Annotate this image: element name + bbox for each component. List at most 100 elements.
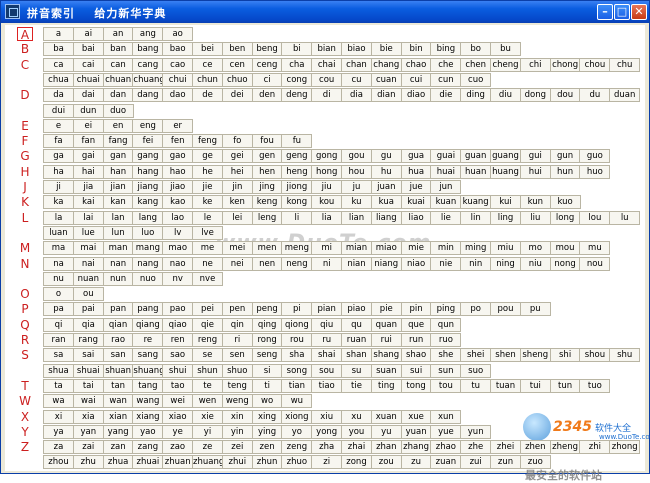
- pinyin-button-mie[interactable]: mie: [400, 241, 432, 256]
- pinyin-button-pao[interactable]: pao: [162, 302, 194, 317]
- pinyin-button-mo[interactable]: mo: [519, 241, 551, 256]
- pinyin-button-cai[interactable]: cai: [72, 57, 104, 72]
- pinyin-button-zuan[interactable]: zuan: [430, 455, 462, 470]
- pinyin-button-zan[interactable]: zan: [102, 440, 134, 455]
- pinyin-button-luan[interactable]: luan: [43, 225, 74, 240]
- pinyin-button-bo[interactable]: bo: [460, 42, 492, 57]
- pinyin-button-za[interactable]: za: [43, 440, 74, 455]
- pinyin-button-ze[interactable]: ze: [192, 440, 223, 455]
- pinyin-button-yong[interactable]: yong: [311, 424, 343, 439]
- pinyin-button-geng[interactable]: geng: [281, 149, 313, 164]
- pinyin-button-jia[interactable]: jia: [72, 180, 104, 194]
- pinyin-button-o[interactable]: o: [43, 287, 74, 302]
- pinyin-button-ang[interactable]: ang: [132, 27, 164, 41]
- pinyin-button-pou[interactable]: pou: [490, 302, 521, 317]
- pinyin-button-lun[interactable]: lun: [102, 225, 134, 240]
- pinyin-button-man[interactable]: man: [102, 241, 134, 256]
- pinyin-button-he[interactable]: he: [192, 164, 223, 179]
- pinyin-button-bin[interactable]: bin: [400, 42, 432, 57]
- pinyin-button-tuan[interactable]: tuan: [490, 378, 521, 393]
- pinyin-button-ce[interactable]: ce: [192, 57, 223, 72]
- pinyin-button-pan[interactable]: pan: [102, 302, 134, 317]
- pinyin-button-liao[interactable]: liao: [400, 210, 432, 225]
- pinyin-button-yuan[interactable]: yuan: [400, 424, 432, 439]
- pinyin-button-chua[interactable]: chua: [43, 72, 74, 87]
- pinyin-button-chou[interactable]: chou: [579, 57, 611, 72]
- pinyin-button-biao[interactable]: biao: [341, 42, 372, 57]
- pinyin-button-zhuo[interactable]: zhuo: [281, 455, 313, 470]
- pinyin-button-nen[interactable]: nen: [251, 256, 283, 271]
- pinyin-button-ben[interactable]: ben: [221, 42, 253, 57]
- pinyin-button-tang[interactable]: tang: [132, 378, 164, 393]
- pinyin-button-gen[interactable]: gen: [251, 149, 283, 164]
- pinyin-button-ku[interactable]: ku: [341, 195, 372, 210]
- pinyin-button-xu[interactable]: xu: [341, 409, 372, 424]
- pinyin-button-dao[interactable]: dao: [162, 88, 194, 103]
- pinyin-button-long[interactable]: long: [549, 210, 581, 225]
- pinyin-button-pen[interactable]: pen: [221, 302, 253, 317]
- pinyin-button-hun[interactable]: hun: [549, 164, 581, 179]
- pinyin-button-qing[interactable]: qing: [251, 317, 283, 332]
- pinyin-button-cun[interactable]: cun: [430, 72, 462, 87]
- pinyin-button-zheng[interactable]: zheng: [549, 440, 581, 455]
- pinyin-button-se[interactable]: se: [192, 348, 223, 363]
- pinyin-button-sheng[interactable]: sheng: [519, 348, 551, 363]
- pinyin-button-bi[interactable]: bi: [281, 42, 313, 57]
- pinyin-button-kao[interactable]: kao: [162, 195, 194, 210]
- pinyin-button-wu[interactable]: wu: [281, 394, 313, 409]
- pinyin-button-tuo[interactable]: tuo: [579, 378, 611, 393]
- pinyin-button-shai[interactable]: shai: [311, 348, 343, 363]
- pinyin-button-shu[interactable]: shu: [609, 348, 641, 363]
- pinyin-button-xue[interactable]: xue: [400, 409, 432, 424]
- pinyin-button-gun[interactable]: gun: [549, 149, 581, 164]
- pinyin-button-chan[interactable]: chan: [341, 57, 372, 72]
- pinyin-button-nie[interactable]: nie: [430, 256, 462, 271]
- pinyin-button-gui[interactable]: gui: [519, 149, 551, 164]
- pinyin-button-ne[interactable]: ne: [192, 256, 223, 271]
- pinyin-button-kuang[interactable]: kuang: [460, 195, 492, 210]
- pinyin-button-sao[interactable]: sao: [162, 348, 194, 363]
- pinyin-button-dang[interactable]: dang: [132, 88, 164, 103]
- pinyin-button-xiang[interactable]: xiang: [132, 409, 164, 424]
- pinyin-button-shei[interactable]: shei: [460, 348, 492, 363]
- pinyin-button-shan[interactable]: shan: [341, 348, 372, 363]
- pinyin-button-zei[interactable]: zei: [221, 440, 253, 455]
- pinyin-button-guo[interactable]: guo: [579, 149, 611, 164]
- pinyin-button-wa[interactable]: wa: [43, 394, 74, 409]
- pinyin-button-liu[interactable]: liu: [519, 210, 551, 225]
- pinyin-button-ying[interactable]: ying: [251, 424, 283, 439]
- pinyin-button-guai[interactable]: guai: [430, 149, 462, 164]
- pinyin-button-li[interactable]: li: [281, 210, 313, 225]
- pinyin-button-fu[interactable]: fu: [281, 134, 313, 149]
- pinyin-button-gang[interactable]: gang: [132, 149, 164, 164]
- pinyin-button-ping[interactable]: ping: [430, 302, 462, 317]
- pinyin-button-bang[interactable]: bang: [132, 42, 164, 57]
- pinyin-button-jiao[interactable]: jiao: [162, 180, 194, 194]
- pinyin-button-xiao[interactable]: xiao: [162, 409, 194, 424]
- pinyin-button-yao[interactable]: yao: [132, 424, 164, 439]
- pinyin-button-sa[interactable]: sa: [43, 348, 74, 363]
- pinyin-button-zhao[interactable]: zhao: [430, 440, 462, 455]
- pinyin-button-huan[interactable]: huan: [460, 164, 492, 179]
- pinyin-button-jiu[interactable]: jiu: [311, 180, 343, 194]
- pinyin-button-kai[interactable]: kai: [72, 195, 104, 210]
- pinyin-button-duo[interactable]: duo: [102, 103, 134, 118]
- pinyin-button-tiao[interactable]: tiao: [311, 378, 343, 393]
- pinyin-button-ran[interactable]: ran: [43, 333, 74, 347]
- pinyin-button-mai[interactable]: mai: [72, 241, 104, 256]
- pinyin-button-zhuan[interactable]: zhuan: [162, 455, 194, 470]
- pinyin-button-ruan[interactable]: ruan: [341, 333, 372, 347]
- pinyin-button-peng[interactable]: peng: [251, 302, 283, 317]
- pinyin-button-ling[interactable]: ling: [490, 210, 521, 225]
- pinyin-button-na[interactable]: na: [43, 256, 74, 271]
- pinyin-button-sui[interactable]: sui: [400, 363, 432, 378]
- pinyin-button-zhui[interactable]: zhui: [221, 455, 253, 470]
- pinyin-button-nan[interactable]: nan: [102, 256, 134, 271]
- pinyin-button-miao[interactable]: miao: [370, 241, 402, 256]
- pinyin-button-chuo[interactable]: chuo: [221, 72, 253, 87]
- pinyin-button-dai[interactable]: dai: [72, 88, 104, 103]
- pinyin-button-cui[interactable]: cui: [400, 72, 432, 87]
- pinyin-button-lu[interactable]: lu: [609, 210, 641, 225]
- pinyin-button-tai[interactable]: tai: [72, 378, 104, 393]
- pinyin-button-dong[interactable]: dong: [519, 88, 551, 103]
